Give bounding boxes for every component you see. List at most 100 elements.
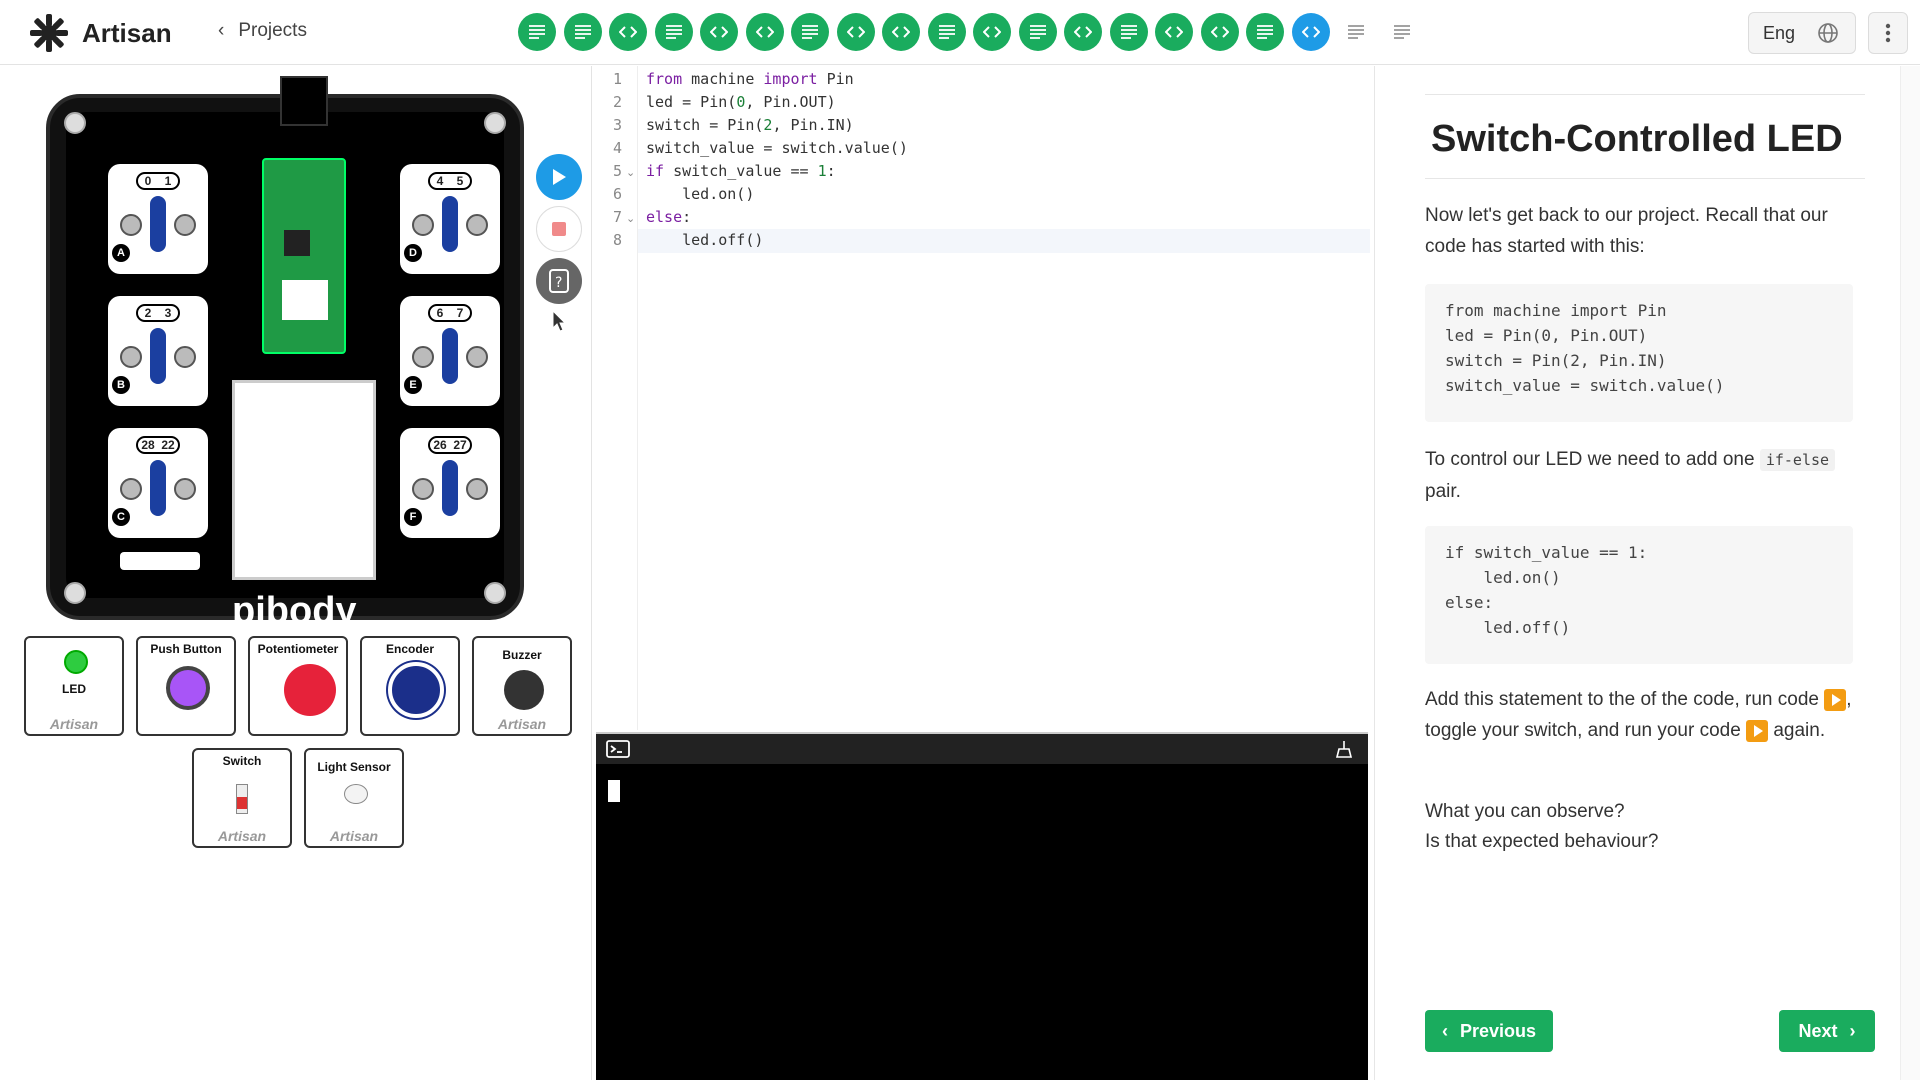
component-push-button[interactable]: Push Button xyxy=(136,636,236,736)
port-letter: B xyxy=(112,376,130,394)
previous-button[interactable]: ‹ Previous xyxy=(1425,1010,1553,1052)
code-icon xyxy=(710,26,728,38)
code-line[interactable]: if switch_value == 1: xyxy=(646,162,836,180)
step-1[interactable] xyxy=(518,13,556,51)
port-B[interactable]: 23 B xyxy=(108,296,208,406)
more-menu-button[interactable] xyxy=(1868,12,1908,54)
component-switch[interactable]: Switch Artisan xyxy=(192,748,292,848)
power-switch[interactable] xyxy=(120,552,200,570)
code-line[interactable]: led = Pin(0, Pin.OUT) xyxy=(646,93,836,111)
step-18[interactable] xyxy=(1291,13,1330,51)
step-16[interactable] xyxy=(1200,13,1239,51)
code-icon xyxy=(1165,26,1183,38)
port-F[interactable]: 26 27 F xyxy=(400,428,500,538)
step-3[interactable] xyxy=(609,13,647,51)
next-button[interactable]: Next › xyxy=(1779,1010,1875,1052)
code-icon xyxy=(755,26,774,38)
usb-cable xyxy=(280,76,328,126)
line-number: 7 xyxy=(612,208,622,226)
step-5[interactable] xyxy=(700,13,738,51)
step-11[interactable] xyxy=(973,13,1011,51)
port-C[interactable]: 28 22 C xyxy=(108,428,208,538)
step-13[interactable] xyxy=(1064,13,1102,51)
step-14[interactable] xyxy=(1109,13,1148,51)
lesson-paragraph: Now let's get back to our project. Recal… xyxy=(1425,205,1828,257)
component-brand: Artisan xyxy=(329,828,379,844)
pin-label: 28 xyxy=(141,438,155,452)
clear-terminal-icon[interactable] xyxy=(1334,739,1354,759)
fold-chevron-icon[interactable]: ⌄ xyxy=(626,166,635,179)
component-label: LED xyxy=(62,682,86,696)
board-inner: pibody 01 A 23 B 28 22 C 45 D 6 7 E 26 2… xyxy=(66,76,504,632)
component-label: Buzzer xyxy=(502,648,542,662)
step-20[interactable] xyxy=(1383,13,1421,51)
text-span: Add this statement to the of the code, r… xyxy=(1425,689,1825,710)
step-4[interactable] xyxy=(654,13,693,51)
code-line[interactable]: switch_value = switch.value() xyxy=(646,139,908,157)
pin-label: 7 xyxy=(456,306,464,320)
code-line[interactable]: else: xyxy=(646,208,691,226)
component-potentiometer[interactable]: Potentiometer xyxy=(248,636,348,736)
code-line[interactable]: led.on() xyxy=(646,185,754,203)
text-lines-icon xyxy=(1120,25,1137,39)
back-to-projects-link[interactable]: ‹ Projects xyxy=(218,20,307,42)
line-number: 4 xyxy=(612,139,622,157)
lesson-steps xyxy=(518,13,1421,51)
lesson-scrollbar[interactable] xyxy=(1900,66,1920,1080)
encoder-knob-icon xyxy=(388,662,444,718)
terminal-header xyxy=(596,734,1368,764)
code-icon xyxy=(983,26,1001,38)
code-line[interactable]: switch = Pin(2, Pin.IN) xyxy=(646,116,854,134)
slide-switch-icon xyxy=(236,784,248,814)
step-7[interactable] xyxy=(791,13,829,51)
step-9[interactable] xyxy=(882,13,920,51)
line-number: 1 xyxy=(612,70,622,88)
fold-chevron-icon[interactable]: ⌄ xyxy=(626,212,635,225)
component-led[interactable]: LED Artisan xyxy=(24,636,124,736)
step-19[interactable] xyxy=(1337,13,1375,51)
text-lines-icon xyxy=(1393,25,1410,39)
next-label: Next xyxy=(1798,1020,1838,1041)
buzzer-icon xyxy=(504,670,544,710)
step-8[interactable] xyxy=(836,13,875,51)
port-A[interactable]: 01 A xyxy=(108,164,208,274)
component-brand: Artisan xyxy=(497,716,547,732)
component-light-sensor[interactable]: Light Sensor Artisan xyxy=(304,748,404,848)
run-button[interactable] xyxy=(536,154,582,200)
help-button[interactable]: ? xyxy=(536,258,582,304)
line-number: 3 xyxy=(612,116,622,134)
component-label: Switch xyxy=(222,754,262,768)
step-2[interactable] xyxy=(563,13,602,51)
button-knob-icon xyxy=(166,666,210,710)
component-buzzer[interactable]: Buzzer Artisan xyxy=(472,636,572,736)
lesson-paragraph: To control our LED we need to add one if… xyxy=(1425,444,1865,507)
terminal-panel[interactable] xyxy=(596,732,1368,1080)
step-10[interactable] xyxy=(927,13,966,51)
step-6[interactable] xyxy=(745,13,784,51)
step-12[interactable] xyxy=(1018,13,1057,51)
language-label: Eng xyxy=(1763,22,1796,43)
chevron-left-icon: ‹ xyxy=(218,20,225,41)
chevron-right-icon: › xyxy=(1849,1020,1856,1041)
code-sample: from machine import Pin led = Pin(0, Pin… xyxy=(1425,284,1853,422)
code-line[interactable]: from machine import Pin xyxy=(646,70,854,88)
step-17[interactable] xyxy=(1246,13,1284,51)
artisan-logo-icon xyxy=(30,14,68,52)
port-E[interactable]: 67 E xyxy=(400,296,500,406)
code-line[interactable]: led.off() xyxy=(646,231,763,249)
app-logo[interactable]: Artisan xyxy=(28,12,172,54)
component-label: Light Sensor xyxy=(317,760,391,774)
text-span: To control our LED we need to add one xyxy=(1425,449,1760,470)
led-bulb-icon xyxy=(64,650,88,674)
screw-icon xyxy=(64,112,86,134)
simulator-panel: pibody 01 A 23 B 28 22 C 45 D 6 7 E 26 2… xyxy=(0,66,592,1080)
code-icon xyxy=(1074,26,1092,38)
port-letter: D xyxy=(404,244,422,262)
component-encoder[interactable]: Encoder xyxy=(360,636,460,736)
lesson-top-divider xyxy=(1425,94,1865,95)
stop-button[interactable] xyxy=(536,206,582,252)
port-D[interactable]: 45 D xyxy=(400,164,500,274)
code-editor[interactable]: 1 2 3 4 5 ⌄ 6 7 ⌄ 8 from machine import Pin led = … xyxy=(594,66,1920,784)
step-15[interactable] xyxy=(1155,13,1193,51)
language-selector[interactable]: Eng xyxy=(1748,12,1856,54)
